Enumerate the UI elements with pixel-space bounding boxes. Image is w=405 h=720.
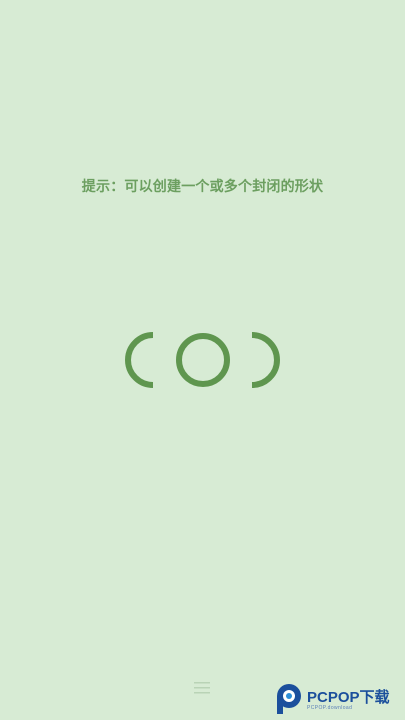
circle-icon[interactable] [176, 333, 230, 387]
shape-board[interactable] [118, 325, 288, 395]
watermark-logo-icon [277, 684, 301, 714]
left-arc-icon[interactable] [125, 332, 154, 388]
watermark-brand: PCPOP下载 [307, 689, 390, 706]
watermark-subtext: PCPOP.download [307, 705, 353, 711]
hamburger-menu-icon[interactable] [193, 680, 211, 696]
watermark: PCPOP下载 PCPOP.download [273, 682, 401, 716]
hint-text: 提示：可以创建一个或多个封闭的形状 [81, 179, 324, 195]
right-arc-icon[interactable] [251, 332, 280, 388]
